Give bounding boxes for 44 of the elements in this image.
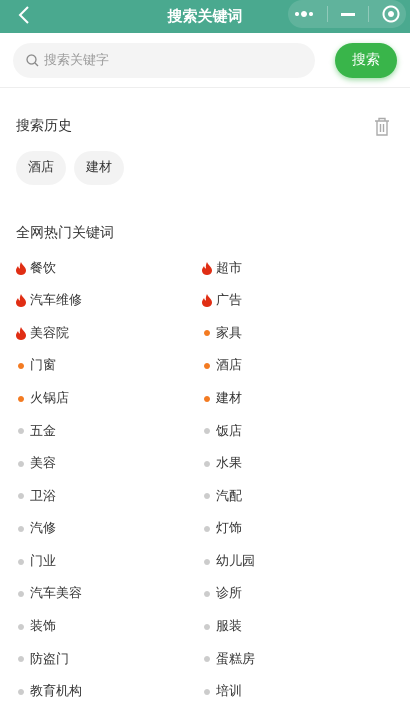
keyword-link[interactable]: 卫浴 [30,486,56,506]
search-icon [26,54,39,66]
keyword-link[interactable]: 培训 [216,682,242,702]
keyword-link[interactable]: 广告 [216,291,242,311]
minimize-icon[interactable] [340,12,355,16]
flame-icon [16,326,26,340]
keyword-link[interactable]: 酒店 [216,356,242,376]
keyword-link[interactable]: 水果 [216,454,242,474]
keyword-link[interactable]: 餐饮 [30,258,56,278]
keyword-link[interactable]: 教育机构 [30,682,82,702]
history-tag[interactable]: 酒店 [16,151,66,185]
section-title: 搜索历史 [16,117,72,136]
keyword-link[interactable]: 防盗门 [30,650,69,670]
keyword-link[interactable]: 汽车美容 [30,584,82,604]
keyword-link[interactable]: 饭店 [216,422,242,442]
delete-icon[interactable] [374,117,390,136]
keyword-link[interactable]: 服装 [216,617,242,637]
keyword-link[interactable]: 美容 [30,454,56,474]
flame-icon [202,262,212,275]
flame-icon [16,294,26,308]
keyword-link[interactable]: 幼儿园 [216,552,255,572]
keyword-link[interactable]: 美容院 [30,324,69,344]
keyword-link[interactable]: 家具 [216,324,242,344]
keyword-link[interactable]: 门业 [30,552,56,572]
section-title: 全网热门关键词 [16,224,115,243]
keyword-link[interactable]: 火锅店 [30,388,69,408]
keyword-link[interactable]: 蛋糕房 [216,650,255,670]
keyword-link[interactable]: 汽修 [30,519,56,539]
keyword-link[interactable]: 超市 [216,258,242,278]
page-title: 搜索关键词 [168,6,242,28]
search-field[interactable]: 搜索关键字 [13,42,315,78]
keyword-link[interactable]: 建材 [216,388,242,408]
flame-icon [16,262,26,275]
close-icon[interactable] [382,5,400,23]
keyword-link[interactable]: 灯饰 [216,519,242,539]
keyword-link[interactable]: 汽车维修 [30,291,82,311]
keyword-link[interactable]: 门窗 [30,356,56,376]
keyword-link[interactable]: 五金 [30,422,56,442]
history-tag[interactable]: 建材 [74,151,124,185]
keyword-link[interactable]: 汽配 [216,486,242,506]
keyword-link[interactable]: 装饰 [30,617,56,637]
more-icon[interactable] [294,11,314,17]
flame-icon [202,294,212,308]
keyword-link[interactable]: 诊所 [216,584,242,604]
